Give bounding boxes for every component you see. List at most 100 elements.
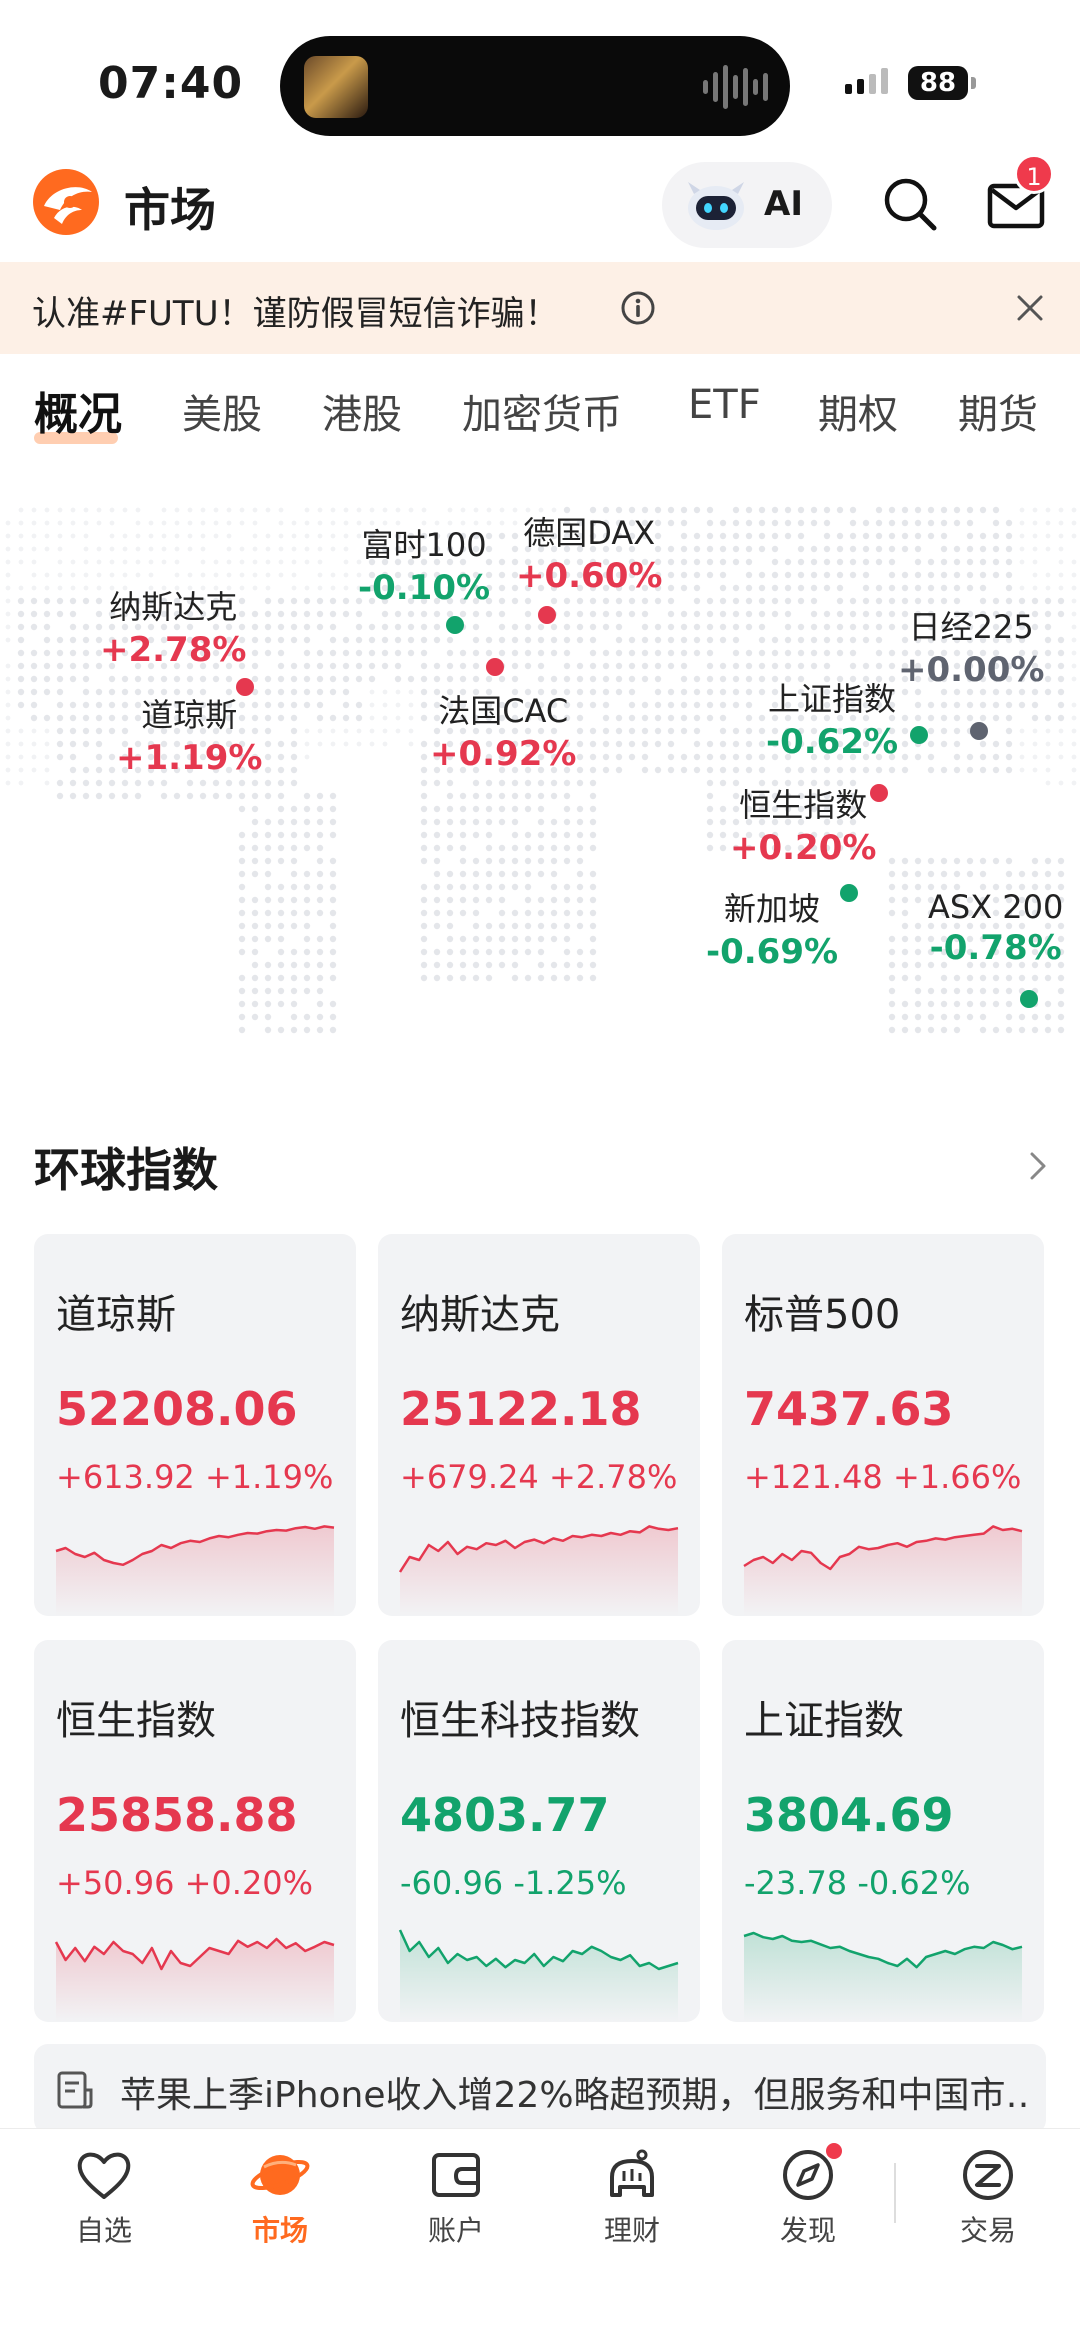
map-dot xyxy=(784,597,792,605)
map-index-dax[interactable]: 德国DAX +0.60% xyxy=(516,508,662,596)
tab-hk-stocks[interactable]: 港股 xyxy=(322,382,402,440)
map-dot xyxy=(420,610,428,618)
nav-discover[interactable]: 发现 xyxy=(738,2147,878,2249)
map-dot xyxy=(498,883,506,891)
index-card-hang-seng[interactable]: 恒生指数 25858.88 +50.96 +0.20% xyxy=(34,1640,356,2022)
map-index-nikkei[interactable]: 日经225 +0.00% xyxy=(898,602,1044,690)
map-dot xyxy=(771,571,779,579)
map-dot xyxy=(342,597,350,605)
map-dot xyxy=(407,649,415,657)
map-dot xyxy=(823,545,831,553)
map-marker-hang-seng xyxy=(870,784,888,802)
map-index-asx200[interactable]: ASX 200 -0.78% xyxy=(928,888,1063,968)
map-dot xyxy=(498,623,506,631)
nav-watchlist[interactable]: 自选 xyxy=(34,2147,174,2249)
map-dot xyxy=(148,520,154,526)
map-dot xyxy=(277,792,285,800)
nav-wealth[interactable]: 理财 xyxy=(562,2147,702,2249)
map-dot xyxy=(589,740,597,748)
nav-market[interactable]: 市场 xyxy=(210,2147,350,2249)
search-icon[interactable] xyxy=(880,174,940,234)
map-dot xyxy=(914,1026,922,1034)
dynamic-island[interactable] xyxy=(280,36,790,136)
map-dot xyxy=(940,532,948,540)
map-dot xyxy=(914,506,922,514)
map-dot xyxy=(31,754,37,760)
nav-account[interactable]: 账户 xyxy=(386,2147,526,2249)
map-dot xyxy=(589,961,597,969)
map-index-singapore[interactable]: 新加坡 -0.69% xyxy=(706,884,838,972)
map-dot xyxy=(238,870,246,878)
ai-assistant-button[interactable]: AI xyxy=(662,162,832,248)
chevron-right-icon[interactable] xyxy=(1024,1148,1052,1184)
map-dot xyxy=(95,688,103,696)
index-card-shanghai[interactable]: 上证指数 3804.69 -23.78 -0.62% xyxy=(722,1640,1044,2022)
map-dot xyxy=(524,896,532,904)
map-dot xyxy=(304,533,310,539)
map-dot xyxy=(758,714,766,722)
notice-banner[interactable]: 认准#FUTU！谨防假冒短信诈骗！ xyxy=(0,262,1080,354)
map-dot xyxy=(1032,572,1038,578)
news-ticker[interactable]: 苹果上季iPhone收入增22%略超预期，但服务和中国市… xyxy=(34,2044,1046,2134)
index-card-value: 52208.06 xyxy=(56,1382,298,1436)
map-dot xyxy=(537,623,545,631)
tab-crypto[interactable]: 加密货币 xyxy=(462,382,622,440)
map-dot xyxy=(758,532,766,540)
map-dot xyxy=(199,779,207,787)
map-dot xyxy=(108,792,116,800)
index-card-sp500[interactable]: 标普500 7437.63 +121.48 +1.66% xyxy=(722,1234,1044,1616)
map-dot xyxy=(680,623,688,631)
map-dot xyxy=(343,572,349,578)
close-icon[interactable] xyxy=(1012,290,1048,326)
map-dot xyxy=(1058,533,1064,539)
map-index-name: 新加坡 xyxy=(724,890,821,928)
map-dot xyxy=(291,559,297,565)
map-dot xyxy=(56,688,64,696)
map-dot xyxy=(303,610,311,618)
map-dot xyxy=(18,741,24,747)
map-index-dow[interactable]: 道琼斯 +1.19% xyxy=(116,690,262,778)
map-index-nasdaq[interactable]: 纳斯达克 +2.78% xyxy=(100,582,246,670)
map-dot xyxy=(251,610,259,618)
map-dot xyxy=(563,623,571,631)
map-dot xyxy=(368,623,376,631)
map-dot xyxy=(745,610,753,618)
map-dot xyxy=(447,507,453,513)
map-dot xyxy=(433,844,441,852)
map-dot xyxy=(654,675,662,683)
map-dot xyxy=(264,935,272,943)
tab-etf[interactable]: ETF xyxy=(688,382,761,428)
map-dot xyxy=(1071,663,1077,669)
map-dot xyxy=(5,624,11,630)
map-index-shanghai[interactable]: 上证指数 -0.62% xyxy=(766,674,898,762)
map-dot xyxy=(550,883,558,891)
map-dot xyxy=(1044,636,1052,644)
map-dot xyxy=(953,1026,961,1034)
map-dot xyxy=(667,649,675,657)
map-dot xyxy=(589,675,597,683)
map-dot xyxy=(511,649,519,657)
map-dot xyxy=(433,779,441,787)
map-index-name: ASX 200 xyxy=(928,888,1064,926)
index-card-nasdaq[interactable]: 纳斯达克 25122.18 +679.24 +2.78% xyxy=(378,1234,700,1616)
map-index-ftse[interactable]: 富时100 -0.10% xyxy=(358,520,490,608)
map-dot xyxy=(745,688,753,696)
map-dot xyxy=(499,507,505,513)
tab-options[interactable]: 期权 xyxy=(818,382,898,440)
map-dot xyxy=(343,559,349,565)
tab-us-stocks[interactable]: 美股 xyxy=(182,382,262,440)
info-icon[interactable] xyxy=(620,290,656,326)
tab-overview[interactable]: 概况 xyxy=(34,378,122,442)
index-card-hang-seng-tech[interactable]: 恒生科技指数 4803.77 -60.96 -1.25% xyxy=(378,1640,700,2022)
tab-futures[interactable]: 期货 xyxy=(958,382,1038,440)
map-index-hang-seng[interactable]: 恒生指数 +0.20% xyxy=(730,780,876,868)
map-dot xyxy=(174,546,180,552)
map-index-cac[interactable]: 法国CAC +0.92% xyxy=(430,686,576,774)
map-dot xyxy=(979,857,987,865)
map-dot xyxy=(368,636,376,644)
map-dot xyxy=(589,701,597,709)
map-dot xyxy=(303,974,311,982)
map-dot xyxy=(667,740,675,748)
index-card-dow[interactable]: 道琼斯 52208.06 +613.92 +1.19% xyxy=(34,1234,356,1616)
nav-trade[interactable]: 交易 xyxy=(918,2147,1058,2249)
